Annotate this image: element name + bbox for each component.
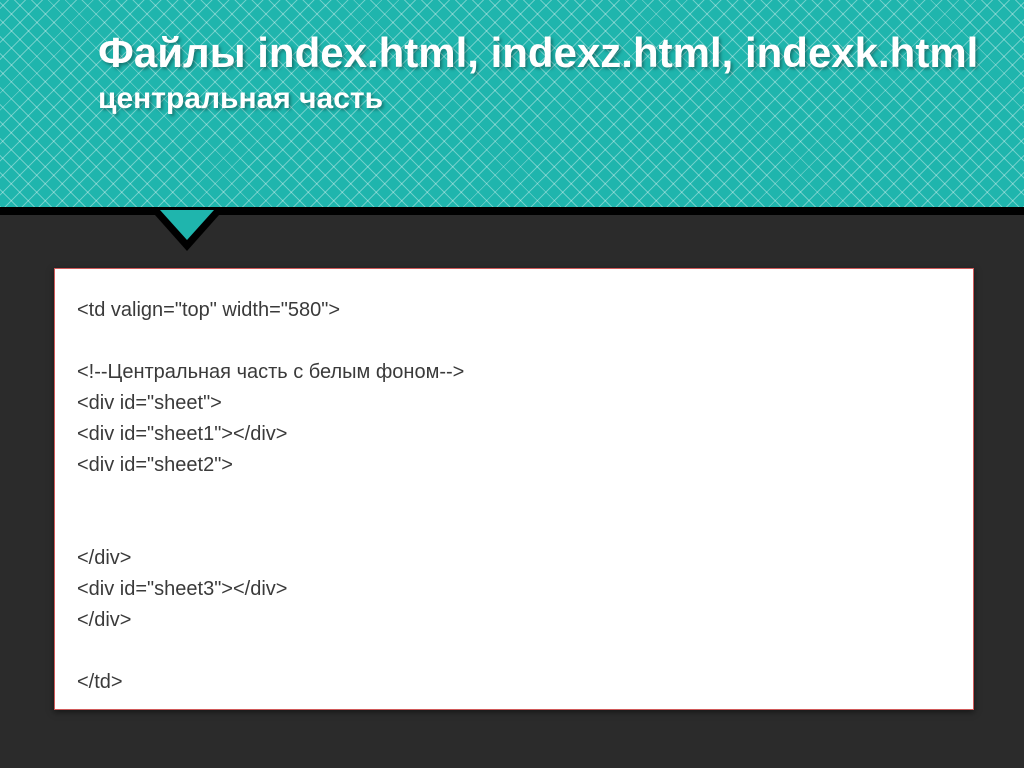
- header-notch: [160, 210, 214, 240]
- slide-title: Файлы index.html, indexz.html, indexk.ht…: [98, 28, 1024, 78]
- code-block: <td valign="top" width="580"> <!--Центра…: [77, 295, 953, 698]
- slide-header: Файлы index.html, indexz.html, indexk.ht…: [0, 0, 1024, 215]
- slide-subtitle: центральная часть: [98, 80, 1024, 118]
- content-panel: <td valign="top" width="580"> <!--Центра…: [54, 268, 974, 710]
